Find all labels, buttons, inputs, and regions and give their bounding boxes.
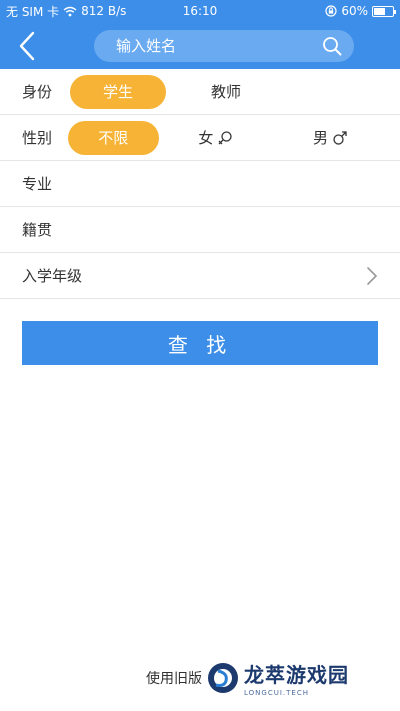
identity-label: 身份	[22, 83, 53, 101]
hometown-label: 籍贯	[22, 221, 53, 239]
male-label: 男	[312, 129, 328, 147]
watermark-text: 龙萃游戏园 LONGCUI.TECH	[244, 659, 349, 697]
identity-option-student[interactable]: 学生	[70, 74, 166, 109]
back-arrow-icon	[19, 31, 35, 60]
search-icon[interactable]	[322, 36, 342, 56]
chevron-right-icon	[367, 267, 378, 285]
nav-bar	[0, 22, 400, 69]
back-button[interactable]	[12, 26, 42, 66]
gender-option-male[interactable]: 男	[283, 127, 378, 148]
search-box[interactable]	[94, 29, 354, 62]
battery-icon	[372, 5, 396, 17]
rotation-lock-icon	[325, 5, 337, 17]
watermark-logo-icon	[208, 663, 238, 693]
grade-label: 入学年级	[22, 267, 83, 285]
wifi-icon	[63, 6, 77, 16]
network-speed: 812 B/s	[81, 4, 127, 18]
battery-percent: 60%	[341, 4, 368, 18]
status-left: 无 SIM 卡 812 B/s	[6, 3, 126, 20]
major-row[interactable]: 专业	[0, 161, 400, 207]
major-label: 专业	[22, 175, 53, 193]
carrier-text: 无 SIM 卡	[6, 4, 60, 19]
female-symbol-icon	[218, 130, 233, 144]
battery-fill	[374, 7, 385, 15]
watermark-name: 龙萃游戏园	[244, 663, 349, 687]
identity-option-teacher[interactable]: 教师	[166, 81, 286, 102]
gender-label: 性别	[22, 129, 53, 147]
old-version-link[interactable]: 使用旧版	[146, 668, 202, 688]
status-right: 60%	[325, 4, 396, 18]
search-input[interactable]	[116, 36, 322, 55]
gender-row: 性别 不限 女 男	[0, 115, 400, 161]
status-bar: 无 SIM 卡 812 B/s 16:10 60%	[0, 0, 400, 22]
male-symbol-icon	[333, 130, 347, 145]
gender-option-female[interactable]: 女	[159, 127, 273, 148]
watermark-sub: LONGCUI.TECH	[244, 689, 309, 697]
watermark: 龙萃游戏园 LONGCUI.TECH	[206, 659, 349, 697]
identity-row: 身份 学生 教师	[0, 69, 400, 115]
footer: 使用旧版 龙萃游戏园 LONGCUI.TECH	[146, 659, 349, 697]
hometown-row[interactable]: 籍贯	[0, 207, 400, 253]
female-label: 女	[198, 129, 214, 147]
find-button[interactable]: 查 找	[22, 321, 378, 365]
grade-row[interactable]: 入学年级	[0, 253, 400, 299]
gender-option-any[interactable]: 不限	[67, 120, 159, 155]
